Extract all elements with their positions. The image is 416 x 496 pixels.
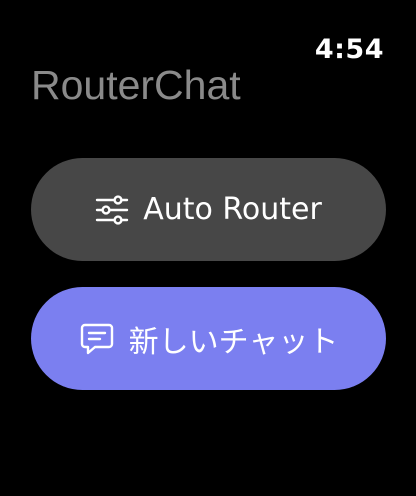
status-time: 4:54 bbox=[314, 34, 384, 65]
new-chat-label: 新しいチャット bbox=[128, 324, 339, 360]
chat-bubble-icon bbox=[79, 322, 115, 356]
app-title: RouterChat bbox=[31, 62, 241, 108]
auto-router-label: Auto Router bbox=[143, 192, 322, 227]
sliders-icon bbox=[95, 194, 129, 225]
new-chat-button[interactable]: 新しいチャット bbox=[31, 287, 386, 390]
auto-router-button[interactable]: Auto Router bbox=[31, 158, 386, 261]
